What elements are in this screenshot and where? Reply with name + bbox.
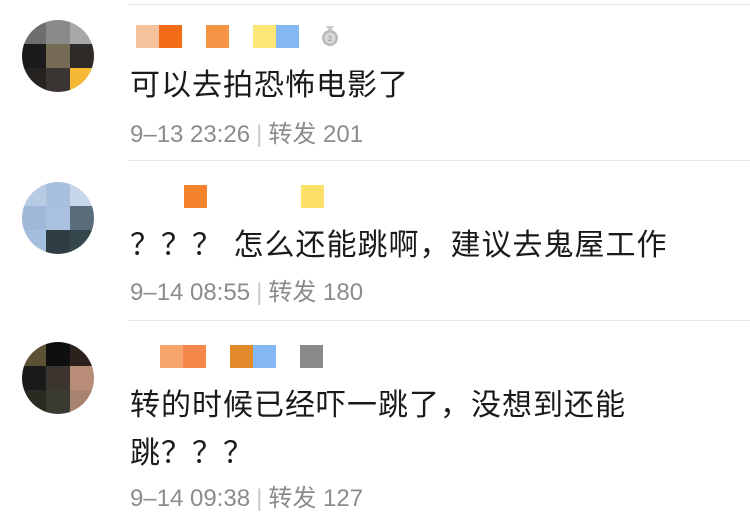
divider	[128, 4, 750, 5]
redaction-block	[300, 344, 323, 368]
repost-label: 转发	[268, 279, 317, 306]
redaction-block	[159, 24, 182, 48]
repost-label: 转发	[268, 485, 317, 512]
repost-count: 127	[323, 485, 364, 512]
redaction-block	[183, 344, 206, 368]
redaction-block	[230, 344, 253, 368]
comment-item: 2 可以去拍恐怖电影了 9–13 23:26 | 转发 201	[0, 0, 750, 160]
repost-link[interactable]: 转发 201	[268, 121, 363, 148]
comment-text-line: 转的时候已经吓一跳了，没想到还能	[130, 388, 626, 423]
comment-meta: 9–14 08:55 | 转发 180	[130, 272, 363, 307]
avatar[interactable]	[22, 20, 94, 92]
timestamp: 9–14 09:38	[130, 485, 251, 512]
svg-text:2: 2	[328, 35, 332, 43]
comment-text: 可以去拍恐怖电影了	[130, 68, 409, 103]
divider	[128, 160, 750, 161]
redaction-block	[136, 24, 159, 48]
avatar[interactable]	[22, 342, 94, 414]
redaction-block	[253, 24, 276, 48]
medal-icon: 2	[322, 26, 338, 46]
redaction-block	[184, 184, 207, 208]
repost-count: 180	[323, 279, 364, 306]
redaction-block	[206, 24, 229, 48]
username-redacted[interactable]: 2	[136, 24, 341, 48]
redaction-block	[276, 24, 299, 48]
comment-text: ？？？ 怎么还能跳啊，建议去鬼屋工作	[130, 228, 668, 263]
repost-link[interactable]: 转发 180	[268, 279, 363, 306]
divider	[128, 320, 750, 321]
repost-link[interactable]: 转发 127	[268, 485, 363, 512]
repost-count: 201	[323, 121, 364, 148]
comment-text: 转的时候已经吓一跳了，没想到还能 跳？？？	[130, 382, 626, 478]
repost-label: 转发	[268, 121, 317, 148]
redaction-block	[301, 184, 324, 208]
comment-meta: 9–13 23:26 | 转发 201	[130, 114, 363, 149]
comment-item: 转的时候已经吓一跳了，没想到还能 跳？？？ 9–14 09:38 | 转发 127	[0, 320, 750, 529]
meta-separator: |	[256, 279, 263, 306]
timestamp: 9–13 23:26	[130, 121, 251, 148]
meta-separator: |	[256, 485, 263, 512]
comment-meta: 9–14 09:38 | 转发 127	[130, 478, 363, 513]
timestamp: 9–14 08:55	[130, 279, 251, 306]
meta-separator: |	[256, 121, 263, 148]
username-redacted[interactable]	[136, 184, 324, 208]
avatar[interactable]	[22, 182, 94, 254]
redaction-block	[253, 344, 276, 368]
comment-text-line: 跳？？？	[130, 436, 254, 471]
comment-item: ？？？ 怎么还能跳啊，建议去鬼屋工作 9–14 08:55 | 转发 180	[0, 160, 750, 320]
username-redacted[interactable]	[136, 344, 323, 368]
redaction-block	[160, 344, 183, 368]
